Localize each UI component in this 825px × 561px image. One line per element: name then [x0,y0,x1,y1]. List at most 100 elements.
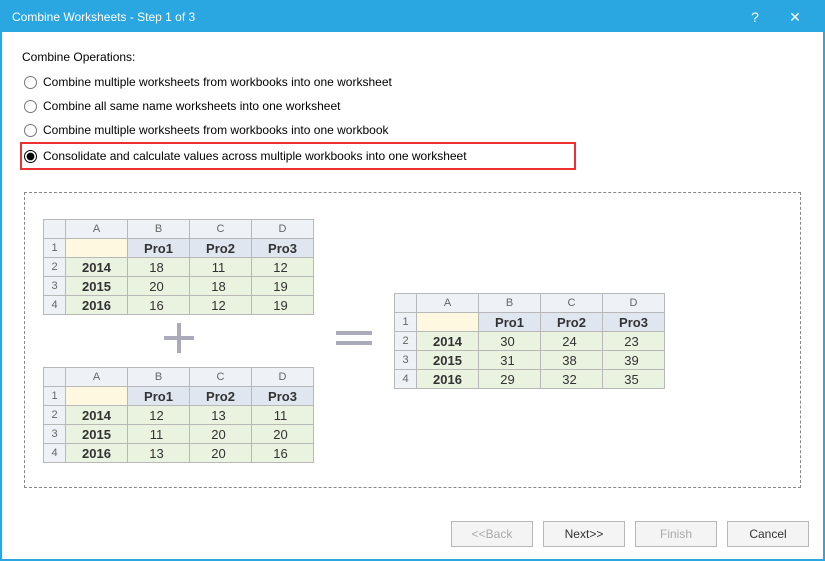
data-cell: 13 [190,406,252,425]
window-title: Combine Worksheets - Step 1 of 3 [12,10,735,24]
data-cell: 12 [190,296,252,315]
source-table-2: A B C D 1 Pro1 Pro2 Pro3 2 2014 12 13 [43,367,314,463]
col-head: C [190,368,252,387]
option-combine-into-one-workbook[interactable]: Combine multiple worksheets from workboo… [22,118,803,142]
col-head: D [252,368,314,387]
year-cell: 2015 [66,277,128,296]
data-cell: 31 [479,351,541,370]
data-cell: 30 [479,332,541,351]
data-cell: 13 [128,444,190,463]
empty-cell [66,239,128,258]
data-cell: 20 [190,444,252,463]
radio-option-2[interactable] [24,100,37,113]
year-cell: 2016 [66,444,128,463]
col-head: C [190,220,252,239]
col-head: B [479,294,541,313]
row-head: 2 [395,332,417,351]
source-tables-stack: A B C D 1 Pro1 Pro2 Pro3 2 2014 18 11 [43,219,314,463]
header-cell: Pro1 [128,239,190,258]
data-cell: 20 [128,277,190,296]
option-label: Consolidate and calculate values across … [43,149,467,163]
data-cell: 19 [252,296,314,315]
next-button[interactable]: Next>> [543,521,625,547]
year-cell: 2014 [66,406,128,425]
combine-operations-group: Combine Operations: Combine multiple wor… [16,44,809,180]
data-cell: 16 [252,444,314,463]
data-cell: 16 [128,296,190,315]
row-head: 4 [395,370,417,389]
option-label: Combine multiple worksheets from workboo… [43,123,389,137]
col-head: B [128,368,190,387]
option-combine-into-one-worksheet[interactable]: Combine multiple worksheets from workboo… [22,70,803,94]
col-head: C [541,294,603,313]
radio-option-4[interactable] [24,150,37,163]
year-cell: 2015 [66,425,128,444]
option-label: Combine all same name worksheets into on… [43,99,340,113]
finish-button[interactable]: Finish [635,521,717,547]
row-head: 3 [395,351,417,370]
cancel-button[interactable]: Cancel [727,521,809,547]
data-cell: 35 [603,370,665,389]
row-head: 3 [44,425,66,444]
header-cell: Pro3 [252,239,314,258]
data-cell: 18 [190,277,252,296]
back-button[interactable]: <<Back [451,521,533,547]
group-label: Combine Operations: [22,50,803,64]
year-cell: 2016 [66,296,128,315]
year-cell: 2016 [417,370,479,389]
year-cell: 2015 [417,351,479,370]
row-head: 3 [44,277,66,296]
data-cell: 11 [128,425,190,444]
data-cell: 18 [128,258,190,277]
row-head: 1 [44,239,66,258]
title-bar: Combine Worksheets - Step 1 of 3 ? ✕ [2,2,823,32]
col-head: D [252,220,314,239]
help-button[interactable]: ? [735,2,775,32]
data-cell: 12 [128,406,190,425]
corner-cell [395,294,417,313]
button-bar: <<Back Next>> Finish Cancel [451,521,809,547]
empty-cell [66,387,128,406]
header-cell: Pro2 [190,387,252,406]
row-head: 4 [44,444,66,463]
row-head: 1 [395,313,417,332]
data-cell: 19 [252,277,314,296]
data-cell: 29 [479,370,541,389]
option-consolidate-calculate[interactable]: Consolidate and calculate values across … [20,142,576,170]
plus-icon [162,321,196,361]
col-head: A [417,294,479,313]
data-cell: 24 [541,332,603,351]
equals-icon [334,321,374,361]
radio-option-3[interactable] [24,124,37,137]
data-cell: 38 [541,351,603,370]
header-cell: Pro3 [603,313,665,332]
row-head: 4 [44,296,66,315]
radio-option-1[interactable] [24,76,37,89]
data-cell: 11 [252,406,314,425]
header-cell: Pro1 [479,313,541,332]
close-button[interactable]: ✕ [775,2,815,32]
header-cell: Pro2 [190,239,252,258]
header-cell: Pro3 [252,387,314,406]
col-head: A [66,368,128,387]
data-cell: 20 [252,425,314,444]
row-head: 1 [44,387,66,406]
header-cell: Pro1 [128,387,190,406]
row-head: 2 [44,258,66,277]
illustration-panel: A B C D 1 Pro1 Pro2 Pro3 2 2014 18 11 [24,192,801,488]
col-head: A [66,220,128,239]
data-cell: 32 [541,370,603,389]
year-cell: 2014 [417,332,479,351]
content-area: Combine Operations: Combine multiple wor… [2,32,823,488]
data-cell: 12 [252,258,314,277]
corner-cell [44,220,66,239]
corner-cell [44,368,66,387]
data-cell: 39 [603,351,665,370]
option-combine-same-name[interactable]: Combine all same name worksheets into on… [22,94,803,118]
data-cell: 11 [190,258,252,277]
row-head: 2 [44,406,66,425]
option-label: Combine multiple worksheets from workboo… [43,75,392,89]
data-cell: 23 [603,332,665,351]
col-head: D [603,294,665,313]
source-table-1: A B C D 1 Pro1 Pro2 Pro3 2 2014 18 11 [43,219,314,315]
